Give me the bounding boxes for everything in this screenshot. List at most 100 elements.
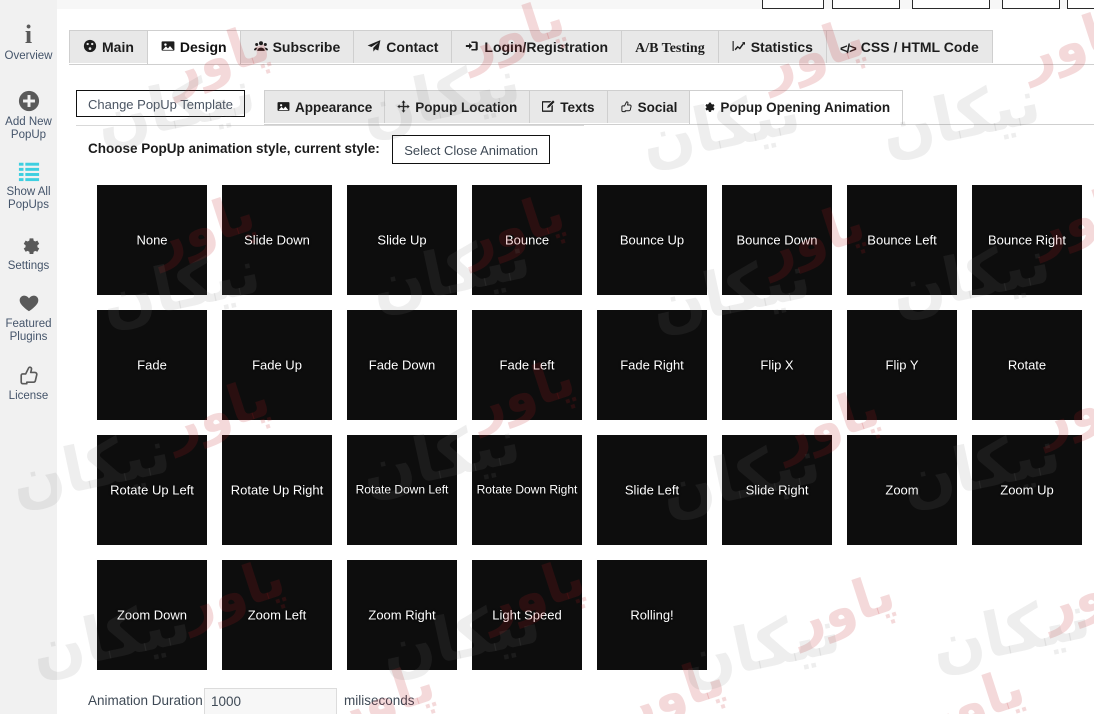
subtab-label: Appearance — [295, 100, 373, 115]
main-content: Main Design Subscribe Contact Login/Registra… — [57, 0, 1094, 714]
animation-tile-slide-up[interactable]: Slide Up — [347, 185, 457, 295]
animation-tile-label: Zoom — [885, 482, 919, 498]
animation-tile-rotate-down-right[interactable]: Rotate Down Right — [472, 435, 582, 545]
animation-tile-bounce[interactable]: Bounce — [472, 185, 582, 295]
tab-label: Main — [102, 39, 134, 55]
app-window: پاورپاورپاورپاورپاورپاورپاورپاورپاورپاور… — [0, 0, 1094, 714]
tab-label: Subscribe — [272, 39, 341, 55]
animation-tile-flip-y[interactable]: Flip Y — [847, 310, 957, 420]
sidebar-item-add-new[interactable]: Add New PopUp — [0, 88, 57, 142]
animation-tile-label: Slide Right — [745, 482, 809, 498]
animation-tile-fade-down[interactable]: Fade Down — [347, 310, 457, 420]
animation-tile-label: Slide Left — [624, 482, 680, 498]
tab-css-html-code[interactable]: </> CSS / HTML Code — [825, 30, 993, 63]
change-popup-template-button[interactable]: Change PopUp Template — [76, 90, 246, 117]
animation-tile-label: Zoom Right — [368, 607, 436, 623]
animation-tile-flip-x[interactable]: Flip X — [722, 310, 832, 420]
thumbs-up-icon — [0, 362, 57, 388]
tab-design[interactable]: Design — [146, 30, 241, 64]
sidebar: i Overview Add New PopUp Show All PopUps Setti… — [0, 0, 57, 714]
subtab-label: Popup Location — [415, 100, 518, 115]
animation-tile-light-speed[interactable]: Light Speed — [472, 560, 582, 670]
subtab-popup-location[interactable]: Popup Location — [384, 90, 531, 123]
subtab-list: Appearance Popup Location Texts Social Popup… — [264, 90, 1094, 125]
cutoff-control-2[interactable] — [912, 0, 990, 9]
choose-animation-row: Choose PopUp animation style, current st… — [88, 134, 550, 164]
animation-duration-input[interactable] — [204, 688, 337, 714]
cutoff-control-1[interactable] — [832, 0, 900, 9]
animation-tile-fade-up[interactable]: Fade Up — [222, 310, 332, 420]
animation-tile-bounce-right[interactable]: Bounce Right — [972, 185, 1082, 295]
sidebar-item-show-all[interactable]: Show All PopUps — [0, 158, 57, 212]
gear-icon — [0, 232, 57, 258]
animation-tile-label: Flip X — [760, 357, 794, 373]
animation-tile-label: None — [136, 232, 168, 248]
tab-label: Contact — [386, 39, 439, 55]
animation-tile-bounce-down[interactable]: Bounce Down — [722, 185, 832, 295]
animation-tile-label: Rolling! — [630, 607, 674, 623]
users-icon — [253, 39, 268, 53]
tab-label: Design — [179, 39, 227, 55]
animation-tile-label: Light Speed — [492, 607, 562, 623]
animation-duration-row: Animation Duration: miliseconds — [57, 688, 1094, 714]
sidebar-item-license[interactable]: License — [0, 362, 57, 403]
animation-tile-label: Rotate Up Left — [110, 482, 194, 498]
animation-tile-fade-left[interactable]: Fade Left — [472, 310, 582, 420]
sidebar-item-featured[interactable]: Featured Plugins — [0, 290, 57, 344]
sidebar-item-settings[interactable]: Settings — [0, 232, 57, 273]
tab-login-registration[interactable]: Login/Registration — [451, 30, 623, 63]
dashboard-icon — [83, 39, 97, 53]
animation-tile-rotate-up-right[interactable]: Rotate Up Right — [222, 435, 332, 545]
subtab-label: Texts — [560, 100, 595, 115]
animation-tile-slide-right[interactable]: Slide Right — [722, 435, 832, 545]
animation-duration-label: Animation Duration: — [88, 693, 207, 708]
plus-circle-icon — [0, 88, 57, 114]
subtab-label: Popup Opening Animation — [720, 100, 891, 115]
subtab-texts[interactable]: Texts — [529, 90, 608, 123]
image-icon — [277, 100, 290, 113]
animation-tile-rolling[interactable]: Rolling! — [597, 560, 707, 670]
cutoff-control-3[interactable] — [1002, 0, 1060, 9]
sidebar-item-label: Add New — [5, 116, 52, 128]
animation-tile-rotate-down-left[interactable]: Rotate Down Left — [347, 435, 457, 545]
animation-tile-label: Bounce — [504, 232, 550, 248]
tab-a-b-testing[interactable]: A/B Testing — [621, 30, 719, 63]
animation-tile-none[interactable]: None — [97, 185, 207, 295]
tab-statistics[interactable]: Statistics — [717, 30, 827, 63]
primary-tab-bar: Main Design Subscribe Contact Login/Registra… — [69, 30, 1094, 65]
animation-tile-label: Bounce Down — [736, 232, 818, 248]
tab-label: A/B Testing — [635, 41, 705, 56]
subtab-appearance[interactable]: Appearance — [264, 90, 386, 123]
subtab-label: Social — [637, 100, 678, 115]
cutoff-control-4[interactable] — [1067, 0, 1094, 9]
animation-tile-rotate-up-left[interactable]: Rotate Up Left — [97, 435, 207, 545]
tab-subscribe[interactable]: Subscribe — [239, 30, 355, 63]
animation-tile-fade-right[interactable]: Fade Right — [597, 310, 707, 420]
tab-main[interactable]: Main — [69, 30, 148, 63]
animation-tile-slide-down[interactable]: Slide Down — [222, 185, 332, 295]
animation-tile-bounce-left[interactable]: Bounce Left — [847, 185, 957, 295]
animation-tile-zoom[interactable]: Zoom — [847, 435, 957, 545]
animation-tile-bounce-up[interactable]: Bounce Up — [597, 185, 707, 295]
subtab-popup-opening-animation[interactable]: Popup Opening Animation — [689, 90, 904, 124]
cutoff-control-0[interactable] — [762, 0, 824, 9]
code-icon: </> — [839, 41, 857, 56]
animation-tile-label: Zoom Left — [247, 607, 307, 623]
animation-tile-rotate[interactable]: Rotate — [972, 310, 1082, 420]
sidebar-item-overview[interactable]: i Overview — [0, 22, 57, 63]
list-icon — [0, 158, 57, 184]
image-icon — [161, 39, 175, 53]
animation-tile-zoom-up[interactable]: Zoom Up — [972, 435, 1082, 545]
animation-tile-slide-left[interactable]: Slide Left — [597, 435, 707, 545]
animation-tile-zoom-down[interactable]: Zoom Down — [97, 560, 207, 670]
sidebar-item-label: Overview — [4, 50, 53, 62]
tab-contact[interactable]: Contact — [353, 30, 453, 63]
sidebar-item-label: Settings — [7, 260, 50, 272]
subtab-social[interactable]: Social — [606, 90, 691, 123]
animation-tile-label: Rotate Down Left — [355, 482, 449, 497]
animation-tile-fade[interactable]: Fade — [97, 310, 207, 420]
animation-tile-zoom-right[interactable]: Zoom Right — [347, 560, 457, 670]
select-close-animation-button[interactable]: Select Close Animation — [392, 134, 550, 164]
animation-tile-zoom-left[interactable]: Zoom Left — [222, 560, 332, 670]
animation-tile-label: Flip Y — [885, 357, 919, 373]
